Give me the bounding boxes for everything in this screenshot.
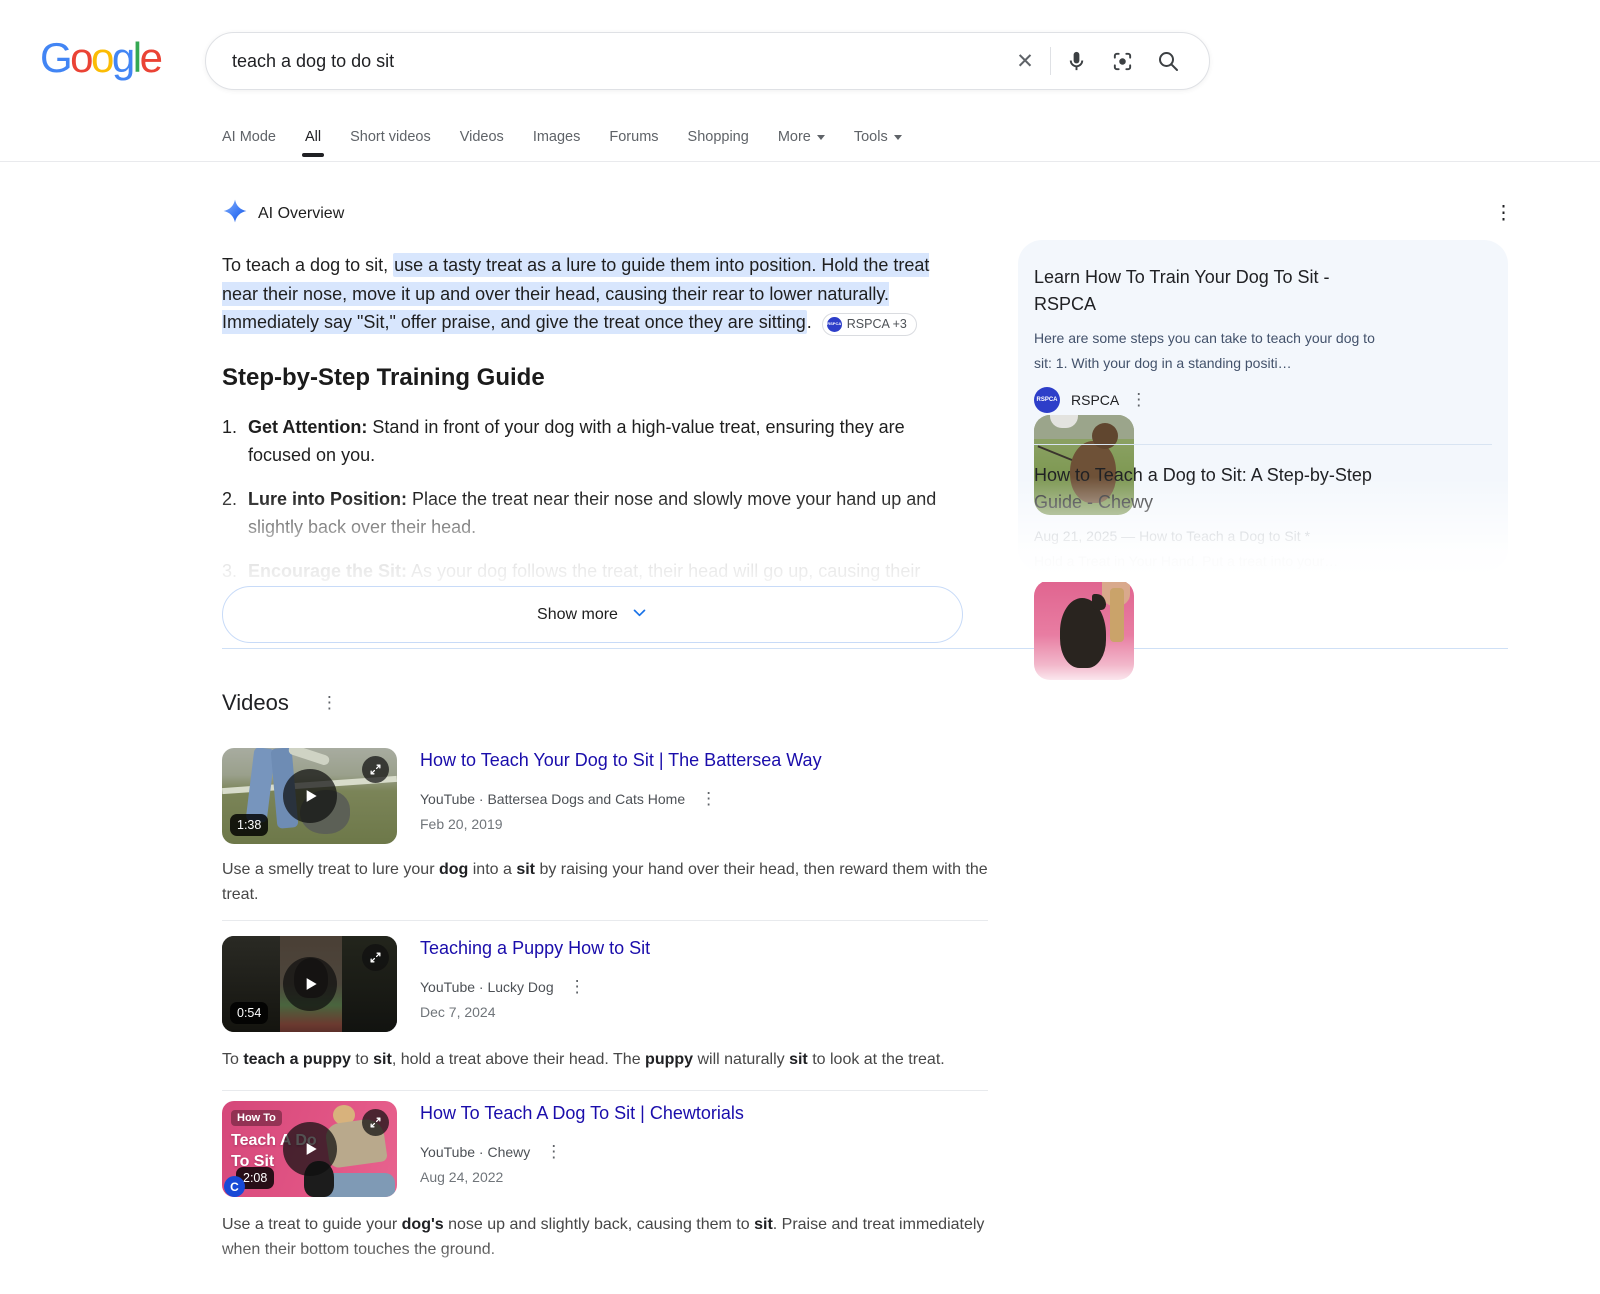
more-options-icon[interactable]: ⋮ [700, 789, 717, 809]
result-divider [222, 1090, 988, 1091]
training-steps-list: 1. Get Attention: Stand in front of your… [222, 413, 963, 586]
thumbnail-dog-head [1092, 423, 1118, 449]
video-result: 0:54 Teaching a Puppy How to Sit YouTube… [222, 936, 988, 1032]
video-title-link[interactable]: How To Teach A Dog To Sit | Chewtorials [420, 1101, 744, 1125]
ai-overview-block: AI Overview To teach a dog to sit, use a… [222, 198, 963, 643]
video-duration-badge: 0:54 [230, 1002, 268, 1024]
card-divider [1034, 444, 1492, 445]
ai-overview-sources-panel: Learn How To Train Your Dog To Sit - RSP… [1018, 240, 1508, 572]
play-icon[interactable] [283, 1122, 337, 1176]
video-thumbnail[interactable]: 1:38 [222, 748, 397, 844]
thumbnail-detail [287, 748, 330, 766]
video-source: YouTube · Battersea Dogs and Cats Home [420, 791, 685, 807]
logo-letter: G [40, 34, 70, 81]
video-description: To teach a puppy to sit, hold a treat ab… [222, 1048, 988, 1073]
expand-icon[interactable] [362, 1109, 389, 1136]
videos-menu-icon[interactable]: ⋮ [321, 693, 338, 713]
content-fade-overlay [218, 495, 967, 600]
chevron-down-icon [631, 604, 648, 626]
video-description: Use a treat to guide your dog's nose up … [222, 1213, 988, 1262]
lens-camera-icon[interactable] [1099, 41, 1145, 81]
tab-more[interactable]: More [778, 129, 825, 159]
source-thumbnail-puppy-pink[interactable] [1034, 580, 1134, 680]
results-tab-bar: AI Mode All Short videos Videos Images F… [222, 129, 902, 159]
video-result: 1:38 How to Teach Your Dog to Sit | The … [222, 748, 988, 844]
ai-overview-label: AI Overview [258, 205, 344, 223]
tab-forums[interactable]: Forums [609, 129, 658, 159]
tab-shopping[interactable]: Shopping [688, 129, 749, 159]
chewy-favicon: C [224, 1176, 245, 1197]
tab-images[interactable]: Images [533, 129, 581, 159]
step-title: Get Attention: [248, 417, 367, 437]
tab-videos[interactable]: Videos [460, 129, 504, 159]
tab-tools[interactable]: Tools [854, 129, 902, 159]
logo-letter: o [70, 34, 91, 81]
video-description: Use a smelly treat to lure your dog into… [222, 858, 988, 907]
videos-heading: Videos [222, 690, 289, 716]
logo-letter: g [112, 34, 133, 81]
video-source: YouTube · Chewy [420, 1144, 530, 1160]
chevron-down-icon [894, 135, 902, 140]
video-result: How To Teach A Do To Sit 2:08 C How To T… [222, 1101, 988, 1197]
video-date: Feb 20, 2019 [420, 816, 988, 832]
video-source: YouTube · Lucky Dog [420, 979, 554, 995]
google-logo[interactable]: Google [40, 34, 160, 82]
logo-letter: e [140, 34, 161, 81]
video-thumbnail[interactable]: 0:54 [222, 936, 397, 1032]
logo-letter: o [91, 34, 112, 81]
ai-overview-paragraph: To teach a dog to sit, use a tasty treat… [222, 251, 963, 337]
ai-sparkle-icon [222, 198, 248, 229]
more-options-icon[interactable]: ⋮ [569, 977, 586, 997]
ai-overview-menu-icon[interactable]: ⋮ [1494, 202, 1513, 225]
more-options-icon[interactable]: ⋮ [1130, 390, 1147, 410]
ai-overview-header: AI Overview [222, 198, 963, 229]
expand-icon[interactable] [362, 944, 389, 971]
show-more-button[interactable]: Show more [222, 586, 963, 643]
citation-label: RSPCA +3 [847, 310, 907, 339]
tab-ai-mode[interactable]: AI Mode [222, 129, 276, 159]
source-name: RSPCA [1071, 392, 1119, 408]
rspca-favicon: RSPCA [1034, 387, 1060, 413]
tab-all[interactable]: All [305, 129, 321, 159]
source-title[interactable]: Learn How To Train Your Dog To Sit - RSP… [1034, 264, 1384, 318]
mic-icon[interactable] [1053, 41, 1099, 81]
rspca-favicon: RSPCA [827, 317, 842, 332]
video-duration-badge: 1:38 [230, 814, 268, 836]
logo-letter: l [133, 34, 140, 81]
search-bar-icons: ✕ [1002, 41, 1209, 81]
citation-chip[interactable]: RSPCA RSPCA +3 [822, 313, 917, 336]
video-date: Aug 24, 2022 [420, 1169, 988, 1185]
play-icon[interactable] [283, 769, 337, 823]
guide-heading: Step-by-Step Training Guide [222, 364, 963, 392]
video-title-link[interactable]: How to Teach Your Dog to Sit | The Batte… [420, 748, 822, 772]
video-title-link[interactable]: Teaching a Puppy How to Sit [420, 936, 650, 960]
more-options-icon[interactable]: ⋮ [545, 1142, 562, 1162]
thumbnail-background [1034, 415, 1134, 439]
search-bar[interactable]: ✕ [205, 32, 1210, 90]
search-divider [1050, 47, 1051, 75]
source-attribution-row: RSPCA RSPCA ⋮ [1034, 387, 1492, 413]
videos-section: Videos ⋮ 1:38 How to Teach Your Dog to S… [222, 690, 988, 1294]
clear-icon[interactable]: ✕ [1002, 41, 1048, 81]
thumbnail-treat [1110, 588, 1124, 642]
result-divider [222, 920, 988, 921]
chevron-down-icon [817, 135, 825, 140]
video-thumbnail[interactable]: How To Teach A Do To Sit 2:08 C [222, 1101, 397, 1197]
header-divider [0, 161, 1600, 162]
list-item: 1. Get Attention: Stand in front of your… [222, 413, 963, 470]
video-date: Dec 7, 2024 [420, 1004, 988, 1020]
play-icon[interactable] [283, 957, 337, 1011]
search-input[interactable] [206, 33, 1002, 89]
content-fade-overlay [1012, 477, 1514, 582]
expand-icon[interactable] [362, 756, 389, 783]
paragraph-plain-text: To teach a dog to sit, [222, 255, 393, 275]
tab-short-videos[interactable]: Short videos [350, 129, 431, 159]
search-icon[interactable] [1145, 41, 1191, 81]
thumbnail-text: How To [231, 1110, 282, 1126]
source-description: Here are some steps you can take to teac… [1034, 326, 1392, 376]
paragraph-end-text: . [807, 312, 817, 332]
